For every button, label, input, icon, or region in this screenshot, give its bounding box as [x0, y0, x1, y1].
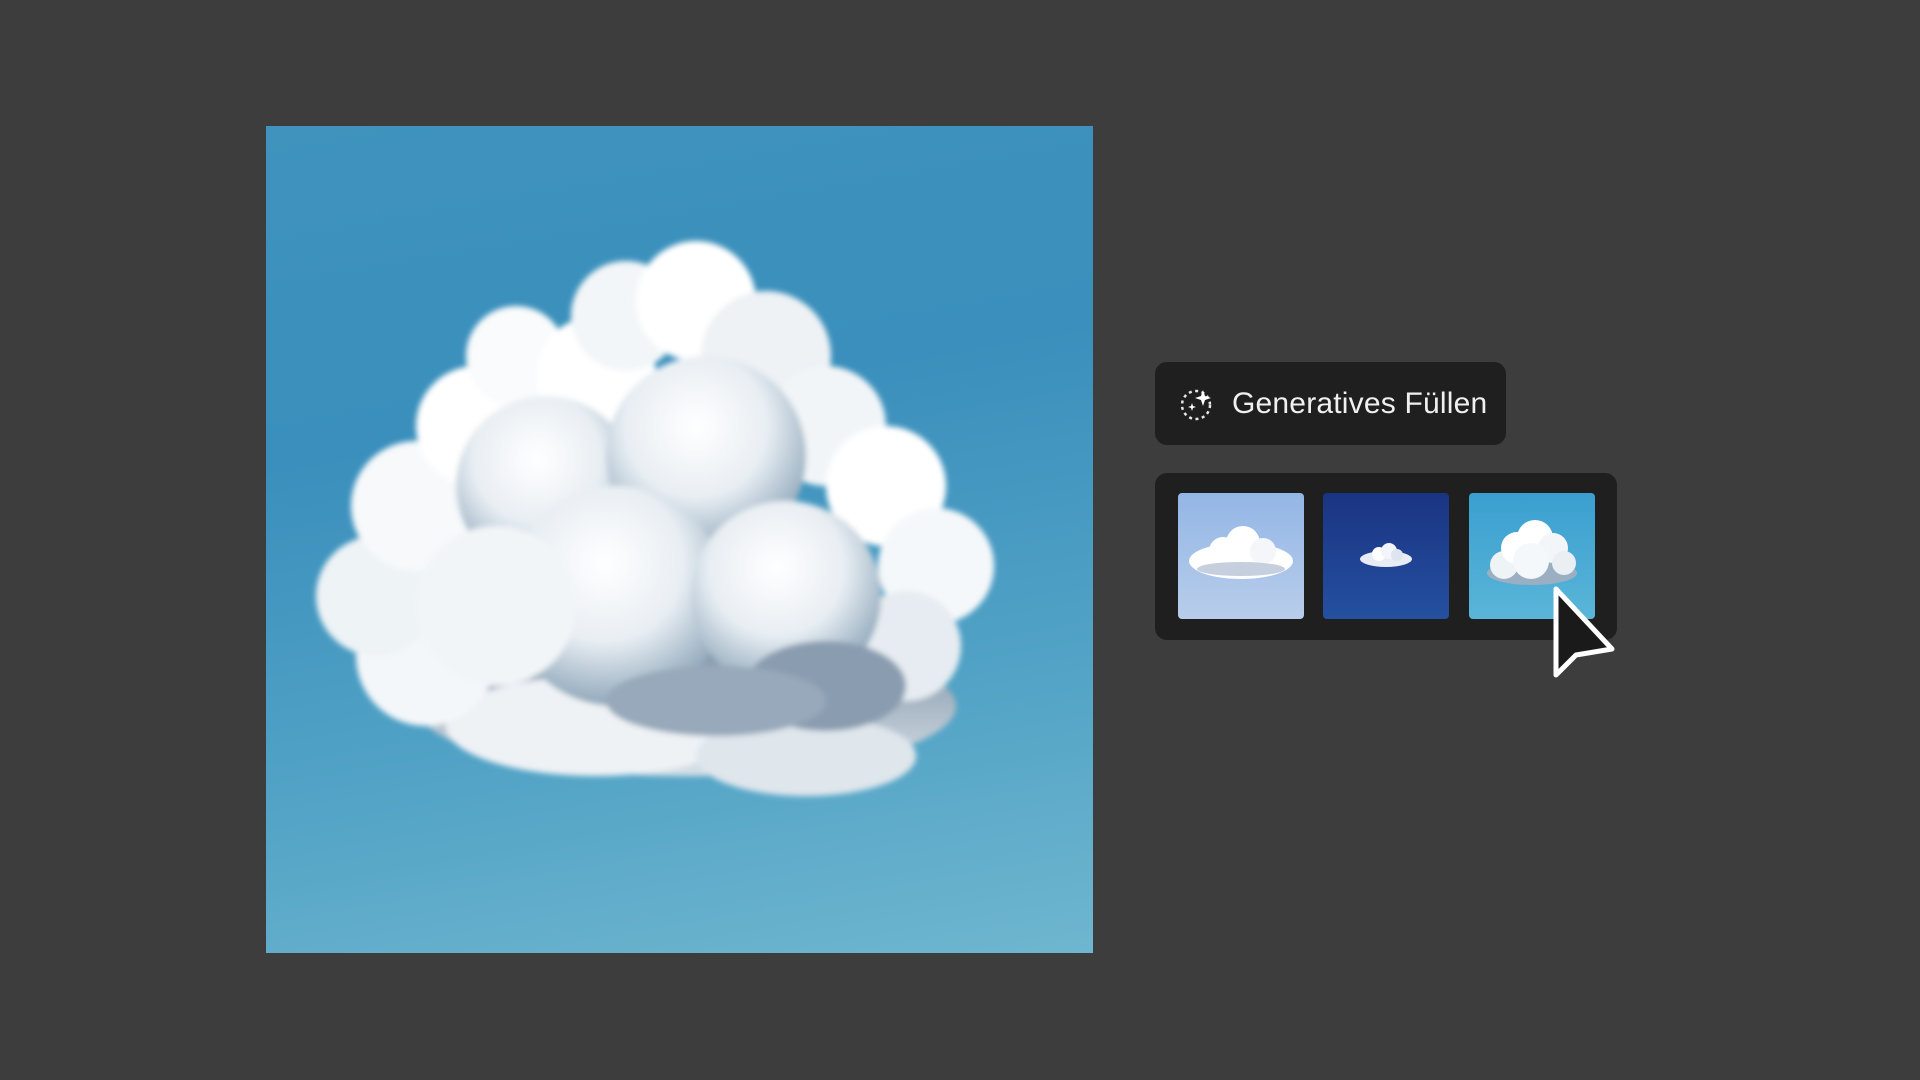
- variation-thumbnail-2[interactable]: [1323, 493, 1449, 619]
- variation-thumbnail-1[interactable]: [1178, 493, 1304, 619]
- generative-fill-label: Generatives Füllen: [1232, 386, 1488, 420]
- variation-thumbnail-3[interactable]: [1469, 493, 1595, 619]
- cloud-illustration: [316, 241, 994, 796]
- generative-fill-sparkle-icon: [1179, 386, 1215, 422]
- generative-fill-button[interactable]: Generatives Füllen: [1155, 362, 1506, 445]
- stage: Generatives Füllen: [0, 0, 1920, 1080]
- canvas-image[interactable]: [266, 126, 1093, 953]
- variations-panel: [1155, 473, 1617, 640]
